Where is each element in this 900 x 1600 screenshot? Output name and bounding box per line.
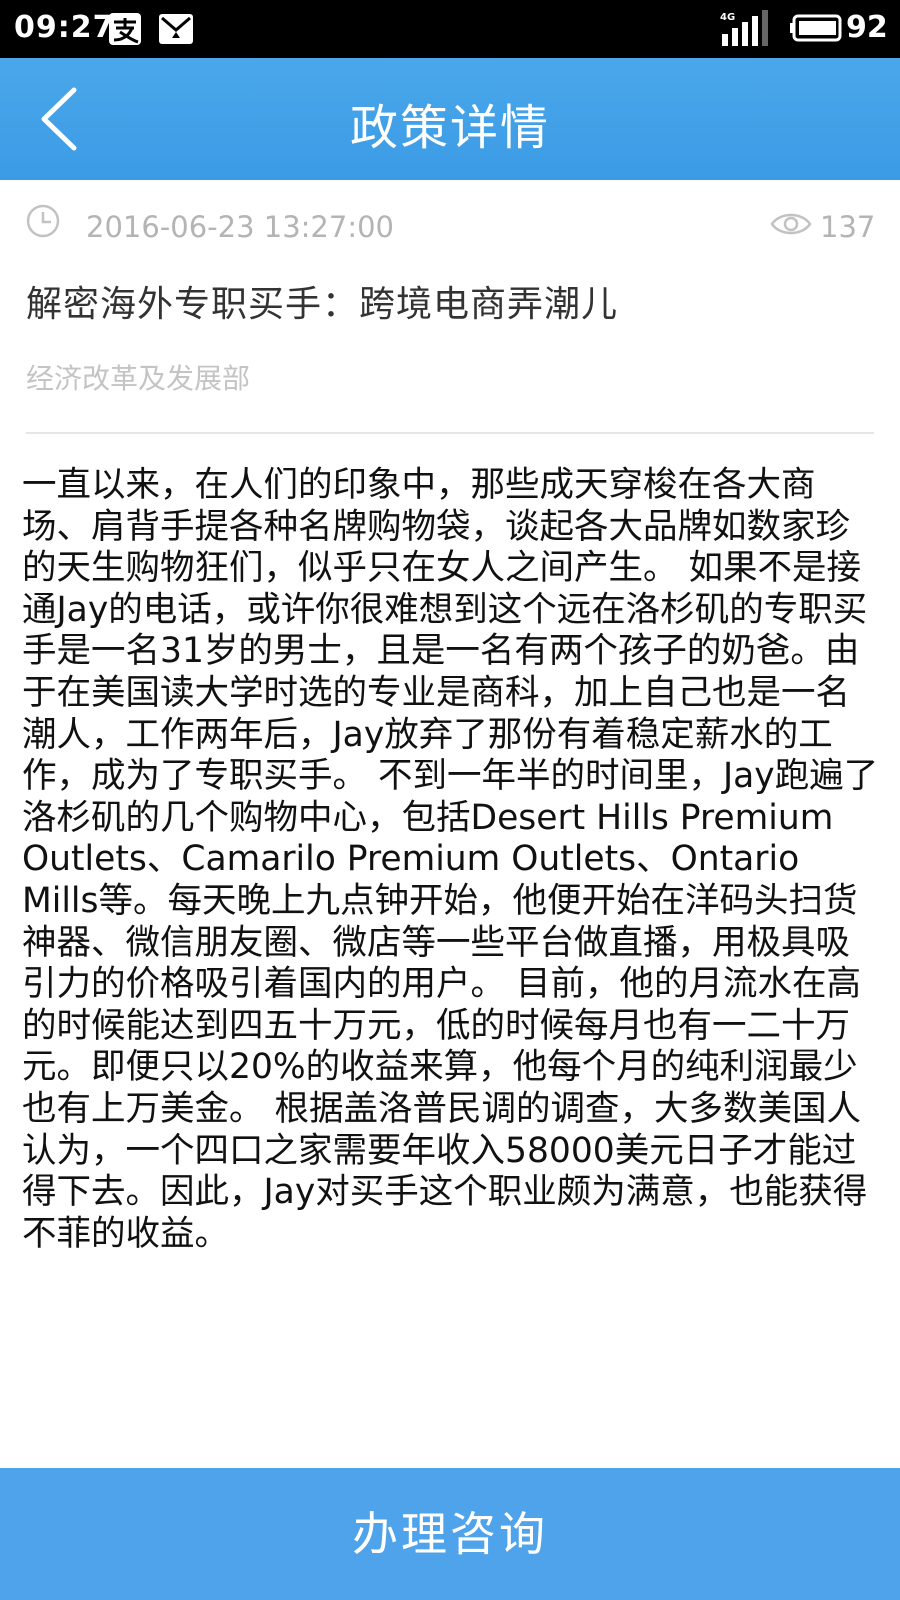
divider [26, 432, 874, 434]
article-department: 经济改革及发展部 [26, 362, 251, 395]
article-meta: 2016-06-23 13:27:00 137 [0, 180, 900, 270]
publish-date: 2016-06-23 13:27:00 [86, 210, 394, 244]
page-title: 政策详情 [349, 100, 550, 156]
status-time: 09:27 [14, 10, 115, 45]
alipay-notification-icon [109, 13, 141, 45]
article-body: 一直以来，在人们的印象中，那些成天穿梭在各大商场、肩背手提各种名牌购物袋，谈起各… [22, 465, 879, 1254]
article-title: 解密海外专职买手：跨境电商弄潮儿 [26, 284, 619, 325]
battery-level: 92 [846, 10, 888, 45]
battery-icon [790, 14, 842, 42]
clock-icon [26, 204, 60, 238]
message-notification-icon [159, 14, 193, 44]
network-type-label: 4G [720, 12, 735, 23]
eye-icon [770, 213, 812, 235]
app-header: 政策详情 [0, 58, 900, 180]
signal-icon: 4G [720, 10, 768, 46]
consult-button[interactable]: 办理咨询 [0, 1468, 900, 1600]
view-count: 137 [820, 210, 876, 244]
status-bar: 09:27 4G 92 [0, 0, 900, 58]
